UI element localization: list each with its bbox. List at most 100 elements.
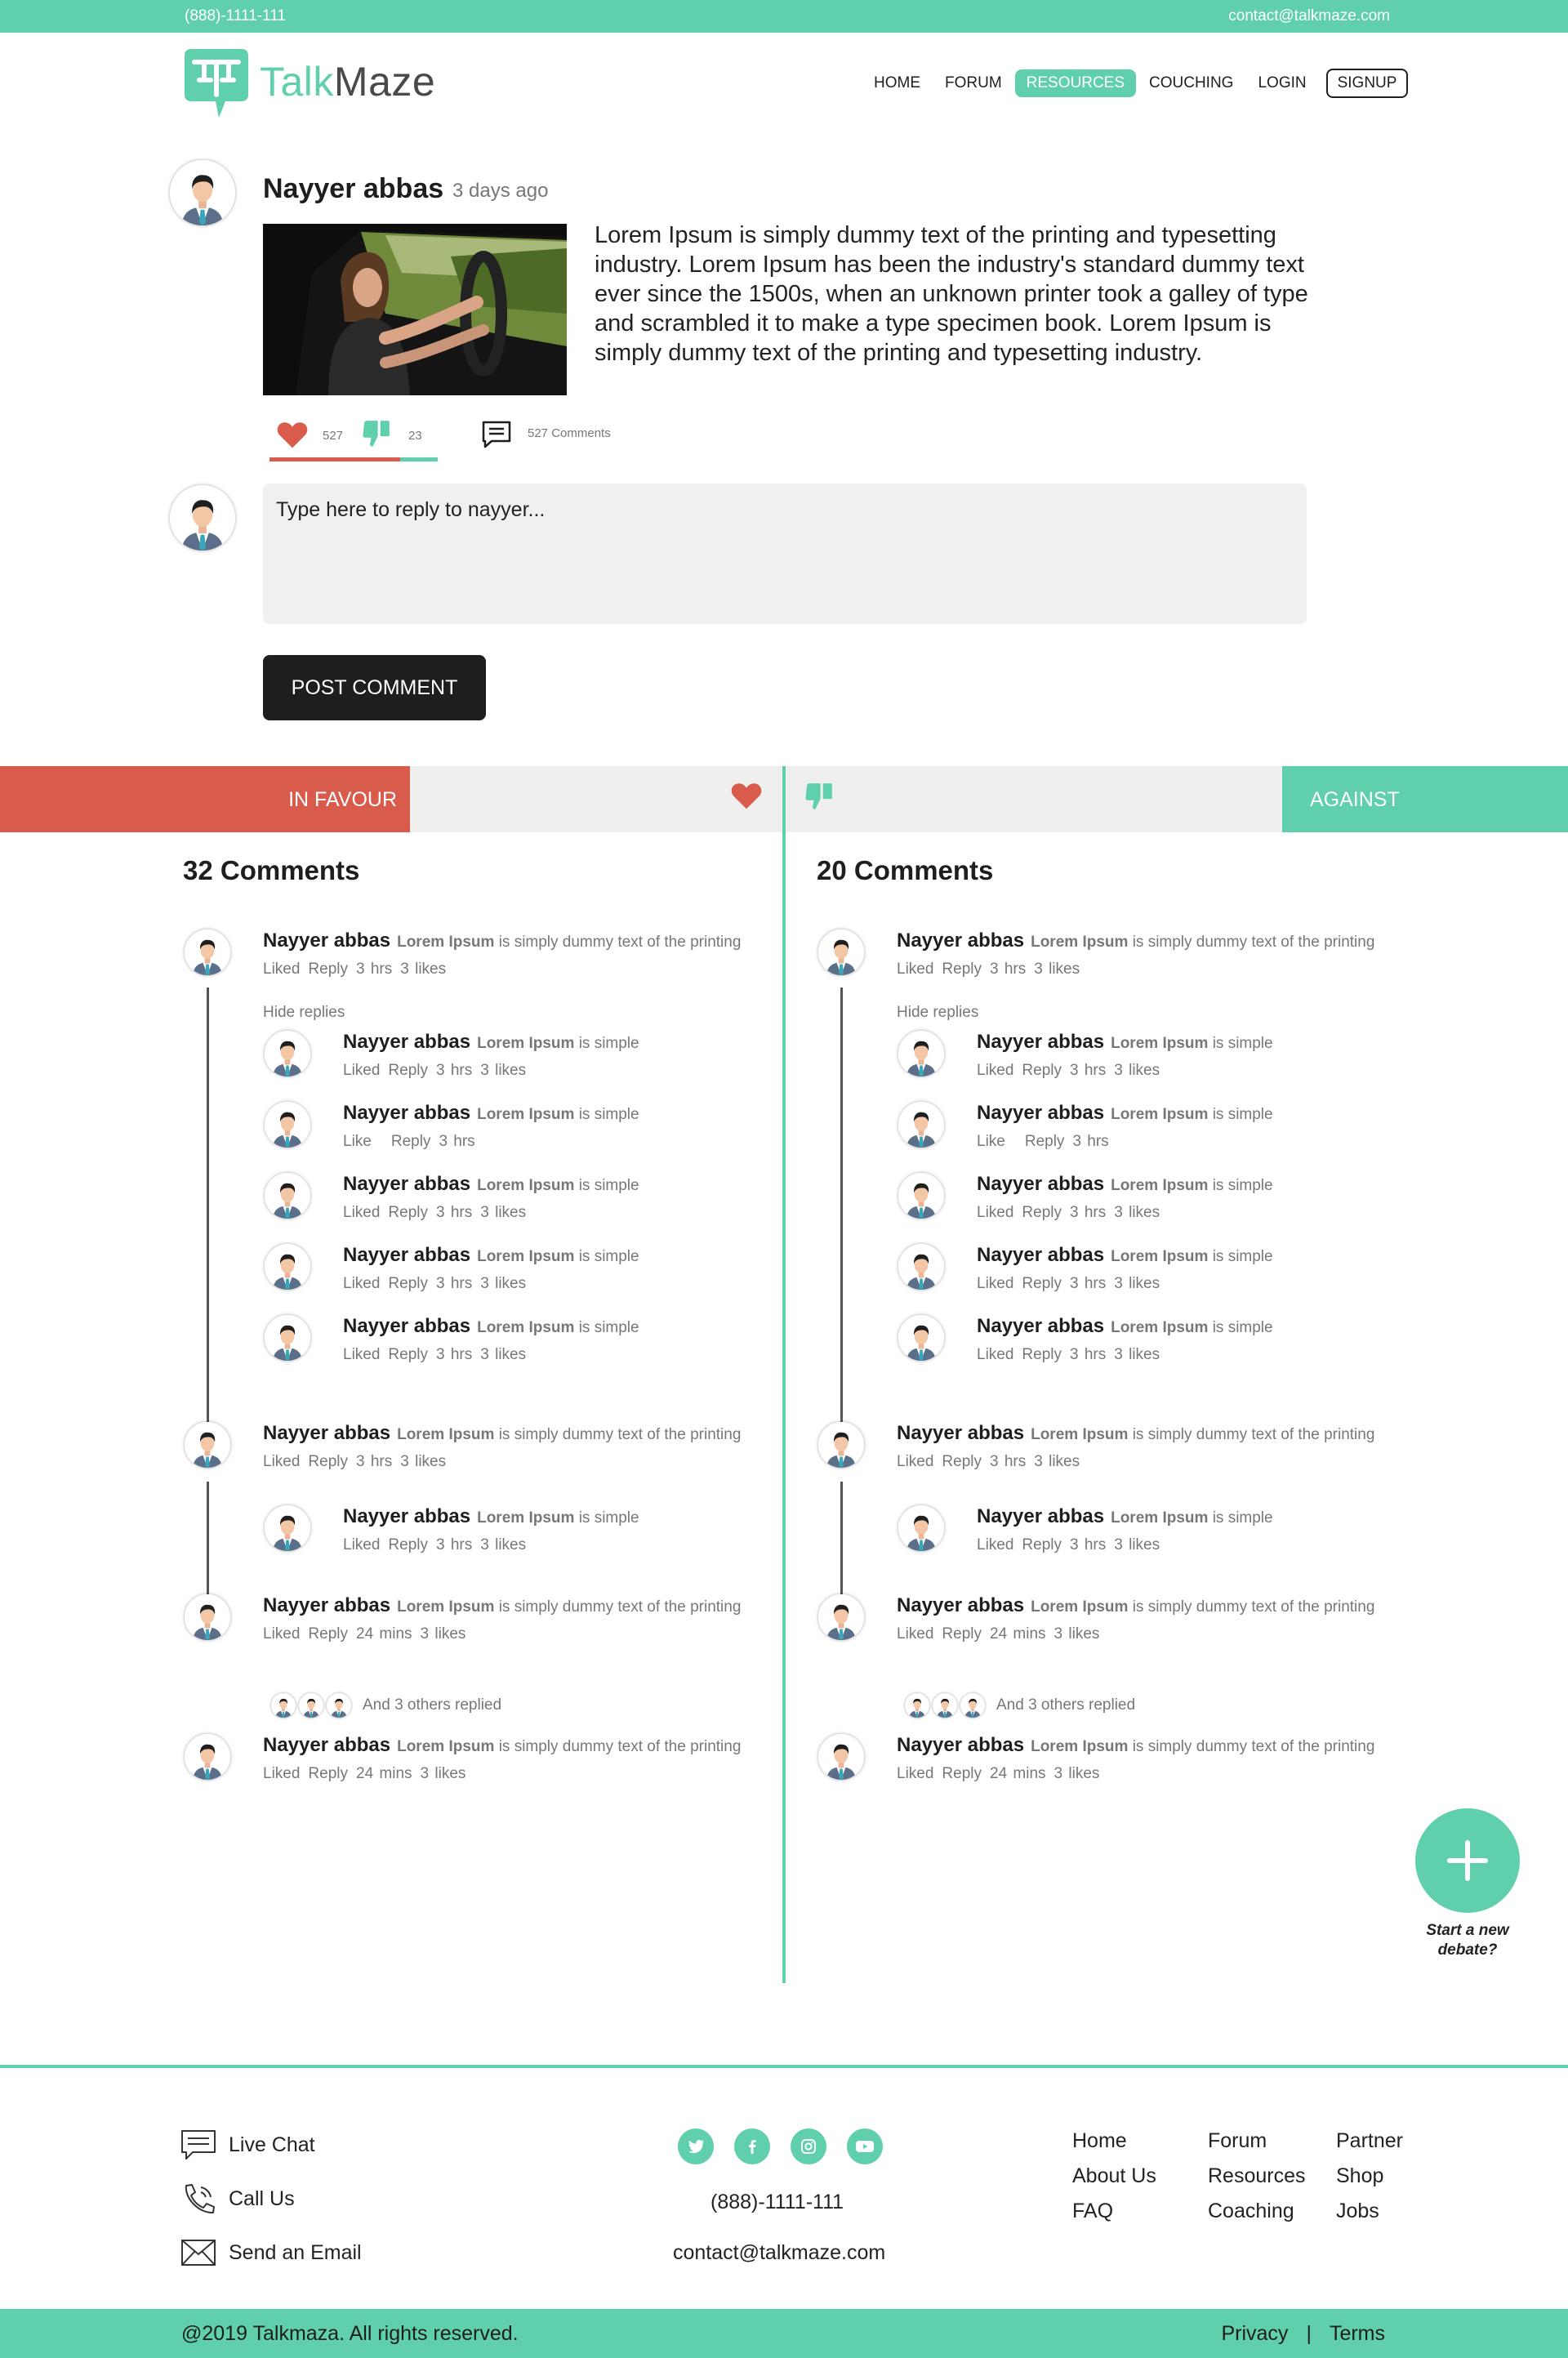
comment-avatar[interactable]: [265, 1315, 310, 1361]
nav-coaching[interactable]: COUCHING: [1138, 69, 1245, 97]
reply-button[interactable]: Reply: [308, 961, 348, 978]
liked-button[interactable]: Liked: [263, 961, 300, 978]
like-button[interactable]: Like: [343, 1133, 372, 1150]
post-video-thumbnail[interactable]: [263, 224, 567, 395]
comment-avatar[interactable]: [265, 1102, 310, 1148]
reply-button[interactable]: Reply: [308, 1453, 348, 1470]
top-email[interactable]: contact@talkmaze.com: [1228, 7, 1390, 25]
reply-button[interactable]: Reply: [1022, 1275, 1062, 1292]
comment-avatar[interactable]: [818, 1734, 864, 1780]
liked-button[interactable]: Liked: [897, 1453, 933, 1470]
footer-link-jobs[interactable]: Jobs: [1336, 2194, 1403, 2229]
commenter-name[interactable]: Nayyer abbas: [263, 929, 390, 952]
liked-button[interactable]: Liked: [263, 1765, 300, 1782]
commenter-name[interactable]: Nayyer abbas: [343, 1031, 470, 1053]
liked-button[interactable]: Liked: [343, 1346, 380, 1363]
hide-replies-link[interactable]: Hide replies: [263, 1004, 345, 1022]
twitter-icon[interactable]: [678, 2128, 714, 2164]
commenter-name[interactable]: Nayyer abbas: [897, 1734, 1024, 1756]
comment-avatar[interactable]: [898, 1244, 944, 1290]
send-email-link[interactable]: Send an Email: [180, 2236, 362, 2269]
liked-button[interactable]: Liked: [977, 1275, 1013, 1292]
liked-button[interactable]: Liked: [977, 1204, 1013, 1221]
liked-button[interactable]: Liked: [977, 1346, 1013, 1363]
reply-button[interactable]: Reply: [1022, 1204, 1062, 1221]
footer-link-forum[interactable]: Forum: [1208, 2124, 1306, 2159]
against-thumbs-down-icon[interactable]: [804, 781, 835, 812]
comment-avatar[interactable]: [185, 1734, 230, 1780]
footer-link-partner[interactable]: Partner: [1336, 2124, 1403, 2159]
comment-avatar[interactable]: [185, 1422, 230, 1468]
liked-button[interactable]: Liked: [977, 1062, 1013, 1079]
commenter-name[interactable]: Nayyer abbas: [977, 1505, 1104, 1527]
reply-button[interactable]: Reply: [1022, 1062, 1062, 1079]
liked-button[interactable]: Liked: [897, 961, 933, 978]
comment-avatar[interactable]: [898, 1315, 944, 1361]
commenter-name[interactable]: Nayyer abbas: [897, 1422, 1024, 1444]
liked-button[interactable]: Liked: [343, 1275, 380, 1292]
others-replied[interactable]: And 3 others replied: [905, 1693, 1135, 1718]
reply-button[interactable]: Reply: [942, 1765, 982, 1782]
reply-button[interactable]: Reply: [942, 961, 982, 978]
commenter-name[interactable]: Nayyer abbas: [343, 1244, 470, 1266]
comment-avatar[interactable]: [898, 1102, 944, 1148]
dislike-thumbs-down-icon[interactable]: [361, 418, 392, 449]
liked-button[interactable]: Liked: [977, 1536, 1013, 1553]
live-chat-link[interactable]: Live Chat: [180, 2128, 315, 2161]
comment-avatar[interactable]: [185, 929, 230, 975]
liked-button[interactable]: Liked: [343, 1062, 380, 1079]
others-replied[interactable]: And 3 others replied: [271, 1693, 501, 1718]
footer-link-shop[interactable]: Shop: [1336, 2159, 1403, 2194]
reply-button[interactable]: Reply: [308, 1625, 348, 1643]
commenter-name[interactable]: Nayyer abbas: [977, 1173, 1104, 1195]
reply-button[interactable]: Reply: [942, 1625, 982, 1643]
comment-avatar[interactable]: [818, 1594, 864, 1640]
start-debate-button[interactable]: [1415, 1808, 1520, 1913]
reply-button[interactable]: Reply: [1022, 1346, 1062, 1363]
liked-button[interactable]: Liked: [343, 1536, 380, 1553]
like-button[interactable]: Like: [977, 1133, 1005, 1150]
commenter-name[interactable]: Nayyer abbas: [977, 1315, 1104, 1337]
footer-link-faq[interactable]: FAQ: [1072, 2194, 1156, 2229]
footer-link-resources[interactable]: Resources: [1208, 2159, 1306, 2194]
reply-button[interactable]: Reply: [1025, 1133, 1065, 1150]
instagram-icon[interactable]: [791, 2128, 826, 2164]
reply-input[interactable]: Type here to reply to nayyer...: [263, 484, 1307, 624]
liked-button[interactable]: Liked: [897, 1765, 933, 1782]
commenter-name[interactable]: Nayyer abbas: [343, 1315, 470, 1337]
commenter-name[interactable]: Nayyer abbas: [343, 1102, 470, 1124]
footer-email[interactable]: contact@talkmaze.com: [673, 2241, 885, 2265]
reply-button[interactable]: Reply: [388, 1346, 428, 1363]
comment-avatar[interactable]: [898, 1173, 944, 1219]
commenter-name[interactable]: Nayyer abbas: [343, 1505, 470, 1527]
reply-button[interactable]: Reply: [308, 1765, 348, 1782]
comment-count[interactable]: 527 Comments: [528, 426, 611, 440]
nav-home[interactable]: HOME: [862, 69, 932, 97]
comment-icon[interactable]: [480, 420, 513, 449]
nav-forum[interactable]: FORUM: [933, 69, 1013, 97]
post-author-avatar[interactable]: [170, 160, 235, 225]
reply-button[interactable]: Reply: [942, 1453, 982, 1470]
nav-login[interactable]: LOGIN: [1246, 69, 1317, 97]
commenter-name[interactable]: Nayyer abbas: [343, 1173, 470, 1195]
comment-avatar[interactable]: [898, 1505, 944, 1551]
comment-avatar[interactable]: [185, 1594, 230, 1640]
liked-button[interactable]: Liked: [343, 1204, 380, 1221]
commenter-name[interactable]: Nayyer abbas: [263, 1734, 390, 1756]
footer-link-coaching[interactable]: Coaching: [1208, 2194, 1306, 2229]
nav-resources[interactable]: RESOURCES: [1014, 69, 1137, 97]
terms-link[interactable]: Terms: [1330, 2322, 1385, 2346]
privacy-link[interactable]: Privacy: [1221, 2322, 1288, 2346]
reply-button[interactable]: Reply: [1022, 1536, 1062, 1553]
commenter-name[interactable]: Nayyer abbas: [977, 1031, 1104, 1053]
liked-button[interactable]: Liked: [263, 1453, 300, 1470]
footer-link-about[interactable]: About Us: [1072, 2159, 1156, 2194]
against-tab[interactable]: AGAINST: [1282, 766, 1568, 832]
logo[interactable]: TalkMaze: [183, 44, 435, 119]
commenter-name[interactable]: Nayyer abbas: [897, 1594, 1024, 1616]
comment-avatar[interactable]: [265, 1505, 310, 1551]
commenter-name[interactable]: Nayyer abbas: [263, 1422, 390, 1444]
post-author-name[interactable]: Nayyer abbas: [263, 173, 443, 205]
comment-avatar[interactable]: [265, 1173, 310, 1219]
youtube-icon[interactable]: [847, 2128, 883, 2164]
